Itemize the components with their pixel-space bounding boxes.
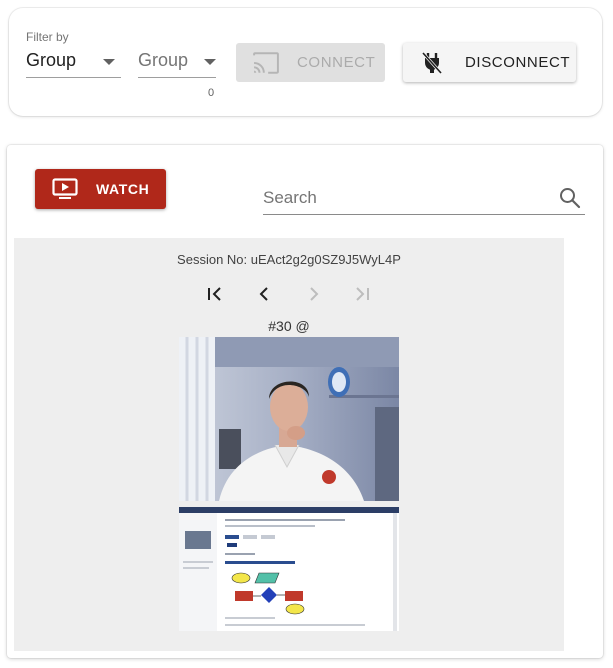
search-field[interactable] (263, 183, 585, 215)
main-card: WATCH Session No: uEAct2g2g0SZ9J5WyL4P (7, 145, 603, 658)
last-page-icon (356, 287, 369, 301)
session-title: Session No: uEAct2g2g0SZ9J5WyL4P (177, 252, 401, 267)
next-page-button[interactable] (302, 282, 326, 306)
group-select-secondary-placeholder: Group (138, 50, 189, 70)
disconnect-button[interactable]: DISCONNECT (403, 43, 576, 82)
dropdown-arrow-icon (204, 59, 216, 65)
group-counter: 0 (208, 87, 215, 99)
disconnect-label: DISCONNECT (465, 54, 571, 71)
session-panel: Session No: uEAct2g2g0SZ9J5WyL4P #30 @ (14, 238, 564, 651)
connect-button[interactable]: CONNECT (236, 43, 385, 82)
filter-card: Filter by Group Group 0 CONNECT DISCONNE… (9, 8, 602, 116)
connect-label: CONNECT (297, 54, 376, 71)
group-select-value: Group (26, 50, 77, 70)
search-input[interactable] (263, 186, 543, 210)
group-select[interactable]: Group (26, 50, 121, 78)
power-off-icon (421, 51, 443, 79)
watch-label: WATCH (96, 181, 150, 197)
chevron-left-icon (259, 287, 268, 301)
tv-play-icon (52, 178, 78, 203)
previous-page-button[interactable] (252, 282, 276, 306)
dropdown-arrow-icon (103, 59, 115, 65)
cast-icon (253, 52, 279, 78)
search-icon[interactable] (559, 187, 581, 214)
chevron-right-icon (310, 287, 319, 301)
first-page-icon (208, 287, 221, 301)
webcam-snapshot (179, 337, 399, 501)
frame-label: #30 @ (268, 318, 310, 334)
group-select-secondary[interactable]: Group (138, 50, 216, 78)
watch-button[interactable]: WATCH (35, 169, 166, 209)
filter-label: Filter by (26, 30, 69, 44)
first-page-button[interactable] (203, 282, 227, 306)
screen-snapshot (179, 507, 399, 631)
last-page-button[interactable] (350, 282, 374, 306)
